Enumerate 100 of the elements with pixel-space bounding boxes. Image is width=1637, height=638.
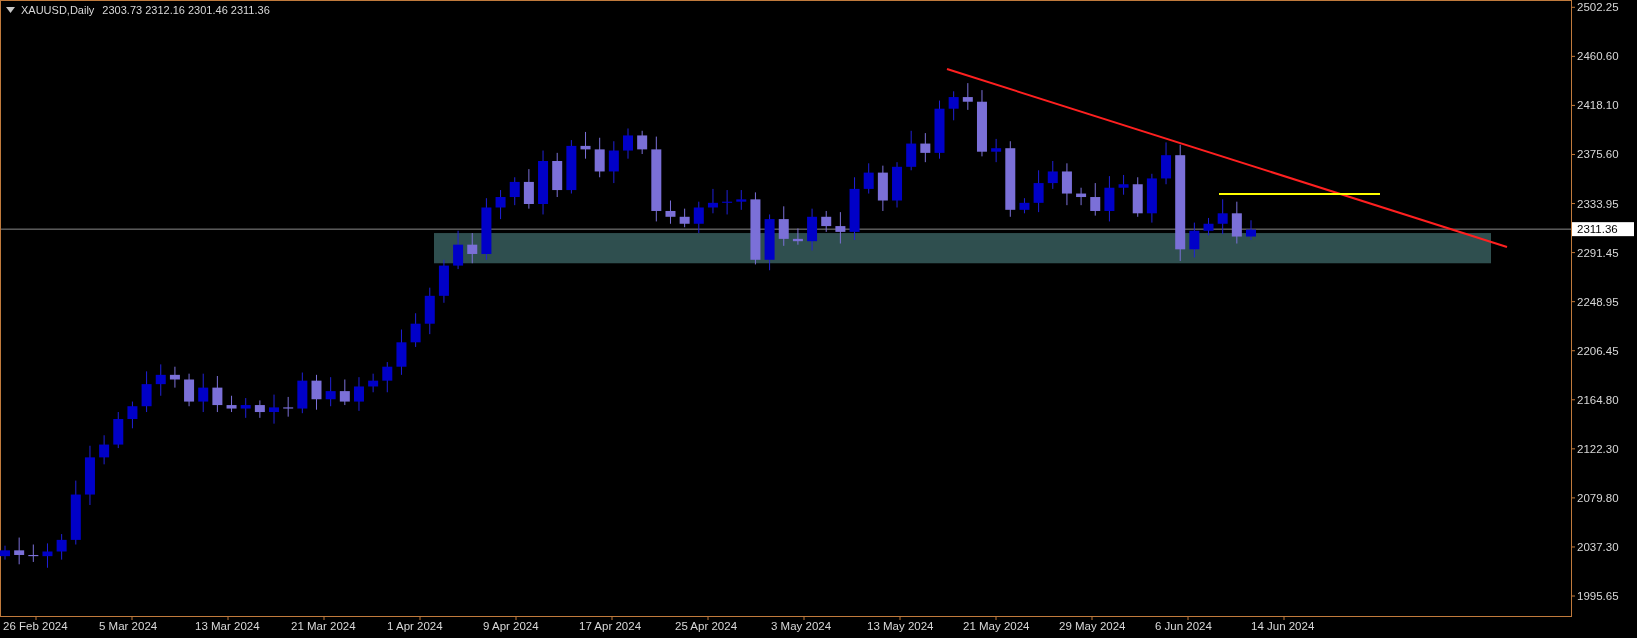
candle — [410, 312, 421, 348]
candle — [424, 287, 435, 335]
candle — [538, 150, 549, 215]
date-label: 13 May 2024 — [867, 620, 934, 632]
candle — [906, 130, 917, 171]
date-label: 14 Jun 2024 — [1251, 620, 1315, 632]
candle — [84, 445, 95, 506]
symbol-title: XAUUSD,Daily — [21, 4, 95, 16]
candle — [453, 230, 464, 270]
candle — [226, 395, 237, 413]
candle — [566, 139, 577, 195]
candle — [113, 411, 124, 449]
candle — [1033, 169, 1044, 213]
candle — [707, 188, 718, 214]
candle — [580, 131, 591, 160]
candle — [835, 211, 846, 244]
price-label: 2502.25 — [1577, 1, 1619, 14]
candle — [169, 366, 180, 389]
candle — [0, 545, 10, 561]
candle — [807, 208, 818, 251]
candle — [552, 152, 563, 198]
candle — [368, 373, 379, 393]
candle — [1231, 201, 1242, 244]
candle — [339, 379, 350, 406]
candle — [679, 208, 690, 228]
candle — [1189, 222, 1200, 258]
candle — [354, 376, 364, 412]
candle — [722, 189, 733, 215]
candle — [297, 372, 308, 414]
candle — [283, 396, 294, 418]
candle — [764, 213, 775, 271]
date-label: 21 May 2024 — [963, 620, 1030, 632]
candle — [920, 132, 931, 163]
candle — [892, 161, 902, 208]
candle — [623, 127, 633, 160]
candle — [1203, 217, 1214, 236]
candle — [1161, 141, 1172, 185]
candle — [665, 200, 676, 225]
candle — [863, 162, 874, 195]
candle — [1118, 174, 1129, 196]
candle — [99, 434, 110, 465]
date-label: 17 Apr 2024 — [579, 620, 642, 632]
date-label: 1 Apr 2024 — [387, 620, 443, 632]
candle — [1061, 162, 1072, 206]
candle — [325, 376, 336, 407]
date-label: 5 Mar 2024 — [99, 620, 158, 632]
price-label: 1995.65 — [1577, 590, 1619, 602]
date-label: 13 Mar 2024 — [195, 620, 260, 632]
candle — [608, 140, 619, 184]
date-label: 25 Apr 2024 — [675, 620, 738, 632]
candle — [1047, 160, 1058, 190]
candle — [269, 394, 279, 425]
candle — [962, 82, 973, 111]
price-label: 2079.80 — [1577, 491, 1619, 504]
date-label: 29 May 2024 — [1059, 620, 1126, 632]
candle — [948, 90, 959, 121]
candle — [1217, 198, 1228, 235]
candle — [481, 197, 492, 261]
price-label: 2333.95 — [1577, 197, 1619, 210]
candle — [212, 375, 223, 413]
candle — [509, 176, 520, 206]
price-label: 2206.45 — [1577, 344, 1619, 357]
price-label: 2164.80 — [1577, 393, 1619, 406]
price-label: 2291.45 — [1577, 246, 1619, 259]
candle — [877, 165, 888, 212]
ohlc-values: 2303.73 2312.16 2301.46 2311.36 — [102, 4, 270, 16]
price-label: 2375.60 — [1577, 148, 1619, 161]
candle — [141, 370, 152, 413]
candle — [849, 176, 860, 241]
price-label: 2460.60 — [1577, 50, 1619, 63]
candle — [127, 401, 138, 429]
candle — [736, 189, 747, 211]
date-label: 9 Apr 2024 — [483, 620, 539, 632]
candle — [523, 168, 534, 210]
candle — [198, 373, 209, 413]
candle — [382, 361, 393, 393]
date-label: 6 Jun 2024 — [1155, 620, 1212, 632]
candle — [184, 373, 195, 407]
date-label: 3 May 2024 — [771, 620, 832, 632]
candle — [1246, 219, 1256, 241]
candle — [1019, 197, 1030, 214]
candle — [977, 89, 987, 157]
candle — [70, 480, 81, 546]
candle — [240, 397, 251, 419]
candle — [1104, 175, 1115, 222]
candle — [1076, 187, 1087, 206]
candle — [1090, 182, 1101, 217]
date-label: 26 Feb 2024 — [3, 620, 68, 632]
candle — [693, 201, 704, 234]
candle — [155, 363, 166, 397]
candle — [396, 329, 407, 376]
candle — [311, 374, 322, 411]
candle — [495, 189, 506, 220]
price-label: 2122.30 — [1577, 442, 1619, 455]
date-label: 21 Mar 2024 — [291, 620, 356, 632]
candle — [778, 205, 789, 247]
candle — [637, 130, 648, 155]
candle — [594, 137, 605, 178]
candle — [56, 533, 67, 561]
dropdown-triangle-icon[interactable] — [6, 7, 15, 13]
